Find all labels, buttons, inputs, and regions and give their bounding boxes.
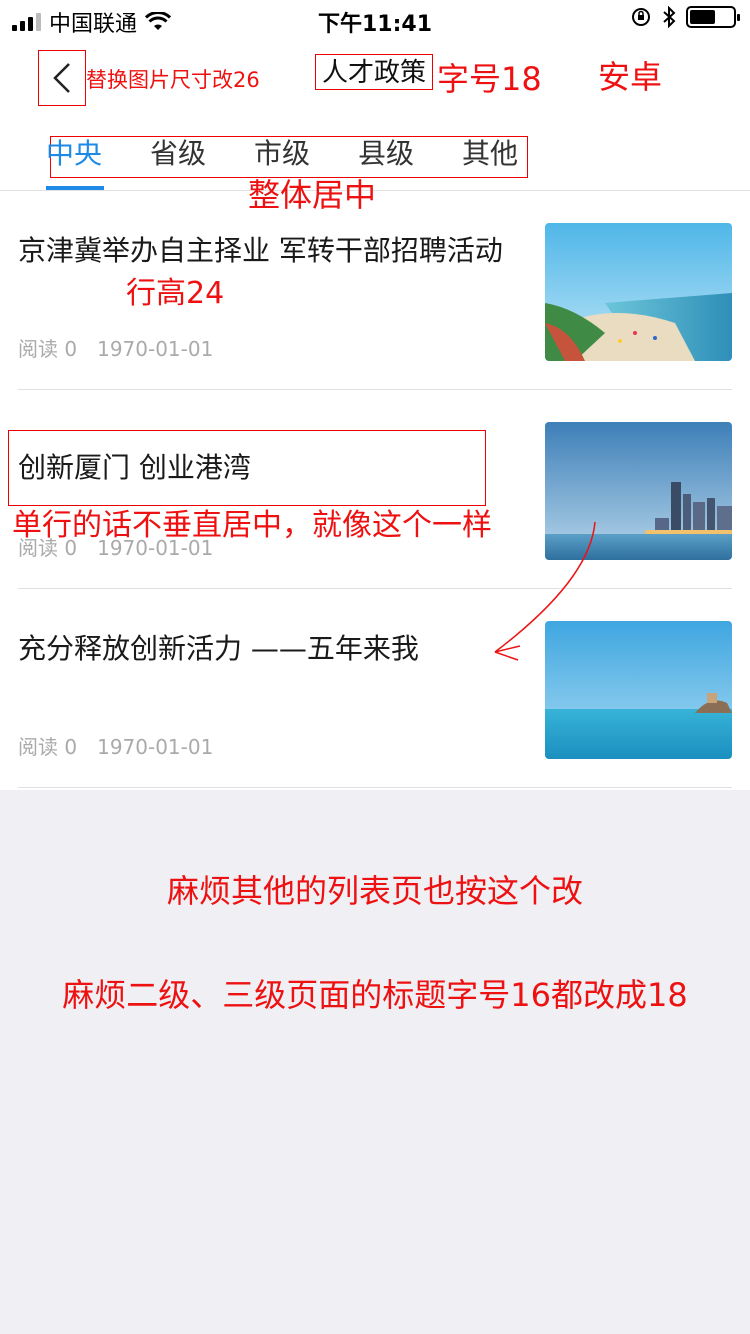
status-right bbox=[630, 6, 740, 28]
annotation-font-size: 字号18 bbox=[437, 60, 542, 98]
rotation-lock-icon bbox=[632, 8, 650, 26]
divider bbox=[18, 787, 732, 788]
annotation-other-lists: 麻烦其他的列表页也按这个改 bbox=[166, 872, 583, 910]
list-item[interactable]: 充分释放创新活力 ——五年来我 阅读 0 1970-01-01 bbox=[0, 589, 750, 788]
annotation-title-font: 麻烦二级、三级页面的标题字号16都改成18 bbox=[62, 976, 688, 1014]
app-page: 中国联通 下午11:41 替换图片尺寸改26 人才政策 字号18 安卓 中央 省… bbox=[0, 0, 750, 790]
annotation-android: 安卓 bbox=[598, 58, 663, 96]
article-title: 充分释放创新活力 ——五年来我 bbox=[18, 632, 419, 665]
article-date: 1970-01-01 bbox=[97, 337, 214, 361]
page-title: 人才政策 bbox=[315, 54, 433, 90]
tab-provincial[interactable]: 省级 bbox=[150, 136, 206, 172]
battery-level bbox=[690, 10, 715, 24]
tab-county[interactable]: 县级 bbox=[358, 136, 414, 172]
article-title: 京津冀举办自主择业 军转干部招聘活动 bbox=[18, 234, 503, 267]
tab-other[interactable]: 其他 bbox=[462, 136, 518, 172]
article-thumbnail bbox=[545, 223, 732, 361]
chevron-left-icon bbox=[53, 63, 70, 93]
annotation-line-height: 行高24 bbox=[126, 276, 225, 311]
back-button[interactable] bbox=[38, 50, 86, 106]
annotation-single-line: 单行的话不垂直居中，就像这个一样 bbox=[12, 508, 492, 543]
article-meta: 阅读 0 1970-01-01 bbox=[18, 731, 233, 760]
tab-central[interactable]: 中央 bbox=[46, 136, 102, 172]
battery-icon bbox=[686, 6, 740, 28]
list-item[interactable]: 京津冀举办自主择业 军转干部招聘活动 阅读 0 1970-01-01 bbox=[0, 191, 750, 390]
bluetooth-icon bbox=[663, 6, 676, 28]
tab-municipal[interactable]: 市级 bbox=[254, 136, 310, 172]
beach-coast-photo bbox=[545, 223, 732, 361]
article-meta: 阅读 0 1970-01-01 bbox=[18, 333, 233, 362]
annotation-back: 替换图片尺寸改26 bbox=[86, 68, 260, 92]
read-count: 阅读 0 bbox=[18, 735, 78, 759]
title-highlight-box bbox=[8, 430, 486, 506]
read-count: 阅读 0 bbox=[18, 337, 78, 361]
annotation-arrow bbox=[494, 521, 596, 661]
article-date: 1970-01-01 bbox=[97, 735, 214, 759]
status-bar: 中国联通 下午11:41 bbox=[0, 0, 750, 40]
